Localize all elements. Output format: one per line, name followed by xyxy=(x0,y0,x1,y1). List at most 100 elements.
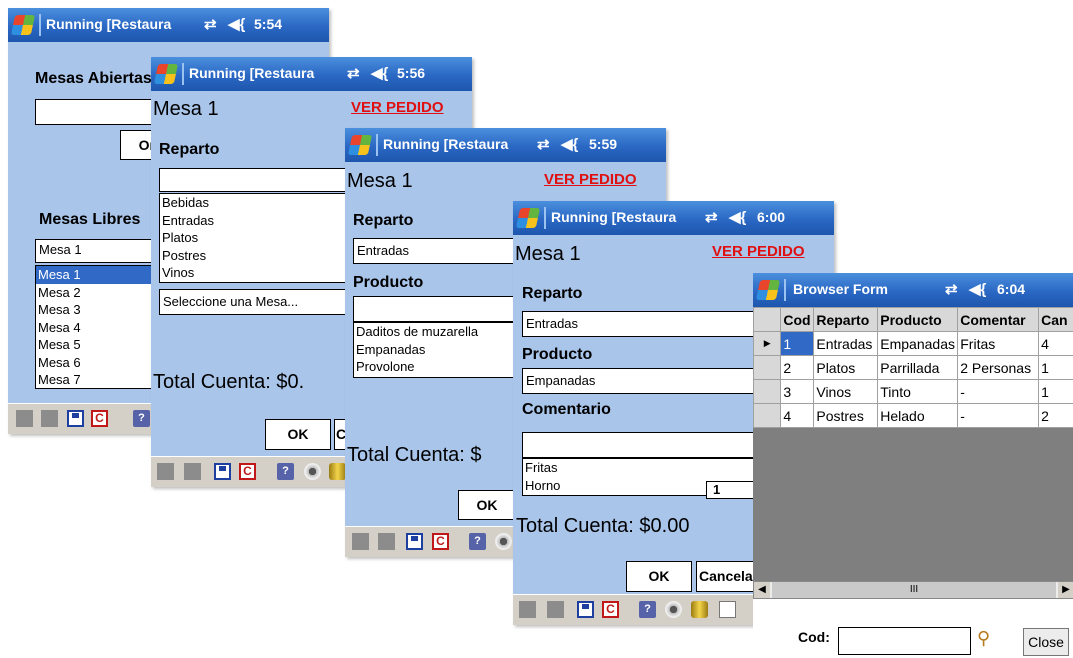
scroll-right-icon[interactable]: ▶ xyxy=(1058,582,1073,598)
row-header[interactable] xyxy=(753,379,782,404)
blank-tool-icon[interactable] xyxy=(519,601,536,618)
blank-tool-icon[interactable] xyxy=(157,463,174,480)
blank-tool-icon[interactable] xyxy=(16,410,33,427)
ok-button[interactable]: OK xyxy=(458,490,516,520)
blank-tool-icon[interactable] xyxy=(352,533,369,550)
list-item[interactable]: Platos xyxy=(160,229,348,247)
list-item[interactable]: Postres xyxy=(160,247,348,265)
table-cell[interactable]: 1 xyxy=(1038,379,1073,404)
connectivity-icon[interactable]: ⇄ xyxy=(537,135,550,153)
speaker-icon[interactable]: ◀{ xyxy=(729,208,746,226)
table-cell[interactable]: Parrillada xyxy=(877,355,959,380)
save-icon[interactable] xyxy=(67,410,84,427)
column-header[interactable]: Reparto xyxy=(813,307,879,332)
quantity-field[interactable]: 1 xyxy=(706,481,756,499)
ver-pedido-link[interactable]: VER PEDIDO xyxy=(712,243,805,260)
row-header[interactable] xyxy=(753,403,782,428)
help-icon[interactable]: ? xyxy=(277,463,294,480)
list-item[interactable]: Provolone xyxy=(354,358,522,376)
scroll-left-icon[interactable]: ◀ xyxy=(754,582,770,598)
speaker-icon[interactable]: ◀{ xyxy=(561,135,578,153)
table-cell[interactable]: 1 xyxy=(1038,355,1073,380)
clock[interactable]: 6:00 xyxy=(757,209,785,225)
table-cell[interactable]: Platos xyxy=(813,355,879,380)
clock[interactable]: 6:04 xyxy=(997,281,1025,297)
table-cell[interactable]: 2 Personas xyxy=(957,355,1040,380)
list-item[interactable]: Vinos xyxy=(160,264,348,282)
help-icon[interactable]: ? xyxy=(469,533,486,550)
table-cell[interactable]: 2 xyxy=(780,355,815,380)
table-cell[interactable]: Entradas xyxy=(813,331,879,356)
speaker-icon[interactable]: ◀{ xyxy=(371,64,388,82)
close-button[interactable]: Close xyxy=(1023,628,1069,656)
ok-button[interactable]: OK xyxy=(265,419,331,450)
ok-button[interactable]: OK xyxy=(626,561,692,592)
table-cell[interactable]: 4 xyxy=(1038,331,1073,356)
table-cell[interactable]: 3 xyxy=(780,379,815,404)
clock[interactable]: 5:59 xyxy=(589,136,617,152)
table-cell[interactable]: Helado xyxy=(877,403,959,428)
help-icon[interactable]: ? xyxy=(133,410,150,427)
reparto-field[interactable] xyxy=(159,168,349,192)
blank-tool-icon[interactable] xyxy=(547,601,564,618)
refresh-icon[interactable] xyxy=(304,463,321,480)
horizontal-scrollbar[interactable]: ◀ III ▶ xyxy=(753,581,1073,599)
producto-field[interactable] xyxy=(353,296,523,322)
refresh-icon[interactable] xyxy=(665,601,682,618)
help-icon[interactable]: ? xyxy=(639,601,656,618)
ver-pedido-link[interactable]: VER PEDIDO xyxy=(544,171,637,188)
table-row[interactable]: 3 Vinos Tinto - 1 xyxy=(753,379,1073,404)
save-icon[interactable] xyxy=(406,533,423,550)
reparto-field[interactable]: Entradas xyxy=(353,238,523,264)
magnifier-icon[interactable]: ⚲ xyxy=(977,628,990,649)
current-row-arrow-icon[interactable]: ▶ xyxy=(753,331,782,356)
blank-tool-icon[interactable] xyxy=(41,410,58,427)
producto-list[interactable]: Daditos de muzarella Empanadas Provolone xyxy=(353,322,523,378)
connectivity-icon[interactable]: ⇄ xyxy=(945,280,958,298)
speaker-icon[interactable]: ◀{ xyxy=(969,280,986,298)
table-cell[interactable]: Fritas xyxy=(957,331,1040,356)
column-header[interactable]: Cod xyxy=(780,307,815,332)
speaker-icon[interactable]: ◀{ xyxy=(228,15,245,33)
clear-icon[interactable]: C xyxy=(91,410,108,427)
windows-flag-icon[interactable] xyxy=(10,15,36,35)
table-cell[interactable]: - xyxy=(957,403,1040,428)
windows-flag-icon[interactable] xyxy=(153,64,179,84)
list-item[interactable]: Daditos de muzarella xyxy=(354,323,522,341)
data-grid[interactable]: Cod Reparto Producto Comentar Can ▶ 1 En… xyxy=(753,307,1073,581)
table-row[interactable]: 4 Postres Helado - 2 xyxy=(753,403,1073,428)
table-row[interactable]: 2 Platos Parrillada 2 Personas 1 xyxy=(753,355,1073,380)
refresh-icon[interactable] xyxy=(495,533,512,550)
producto-field[interactable]: Empanadas xyxy=(522,368,762,394)
column-header[interactable]: Comentar xyxy=(957,307,1040,332)
column-header[interactable]: Can xyxy=(1038,307,1073,332)
list-item[interactable]: Fritas xyxy=(523,459,761,477)
column-header[interactable]: Producto xyxy=(877,307,959,332)
table-cell[interactable]: Vinos xyxy=(813,379,879,404)
connectivity-icon[interactable]: ⇄ xyxy=(204,15,217,33)
table-row[interactable]: ▶ 1 Entradas Empanadas Fritas 4 xyxy=(753,331,1073,356)
table-cell[interactable]: 4 xyxy=(780,403,815,428)
table-cell[interactable]: Postres xyxy=(813,403,879,428)
table-cell[interactable]: 1 xyxy=(780,331,815,356)
clock[interactable]: 5:56 xyxy=(397,65,425,81)
table-cell[interactable]: Tinto xyxy=(877,379,959,404)
comentario-field[interactable] xyxy=(522,432,762,458)
list-item[interactable]: Empanadas xyxy=(354,341,522,359)
reparto-list[interactable]: Bebidas Entradas Platos Postres Vinos xyxy=(159,193,349,283)
table-cell[interactable]: 2 xyxy=(1038,403,1073,428)
scroll-thumb[interactable]: III xyxy=(772,582,1056,598)
blank-tool-icon[interactable] xyxy=(184,463,201,480)
windows-flag-icon[interactable] xyxy=(347,135,373,155)
reparto-field[interactable]: Entradas xyxy=(522,311,762,337)
cod-input[interactable] xyxy=(838,627,971,655)
list-item[interactable]: Entradas xyxy=(160,212,348,230)
clear-icon[interactable]: C xyxy=(602,601,619,618)
connectivity-icon[interactable]: ⇄ xyxy=(347,64,360,82)
list-item[interactable]: Bebidas xyxy=(160,194,348,212)
edit-icon[interactable] xyxy=(719,601,736,618)
connectivity-icon[interactable]: ⇄ xyxy=(705,208,718,226)
ver-pedido-link[interactable]: VER PEDIDO xyxy=(351,99,444,116)
save-icon[interactable] xyxy=(577,601,594,618)
blank-tool-icon[interactable] xyxy=(378,533,395,550)
